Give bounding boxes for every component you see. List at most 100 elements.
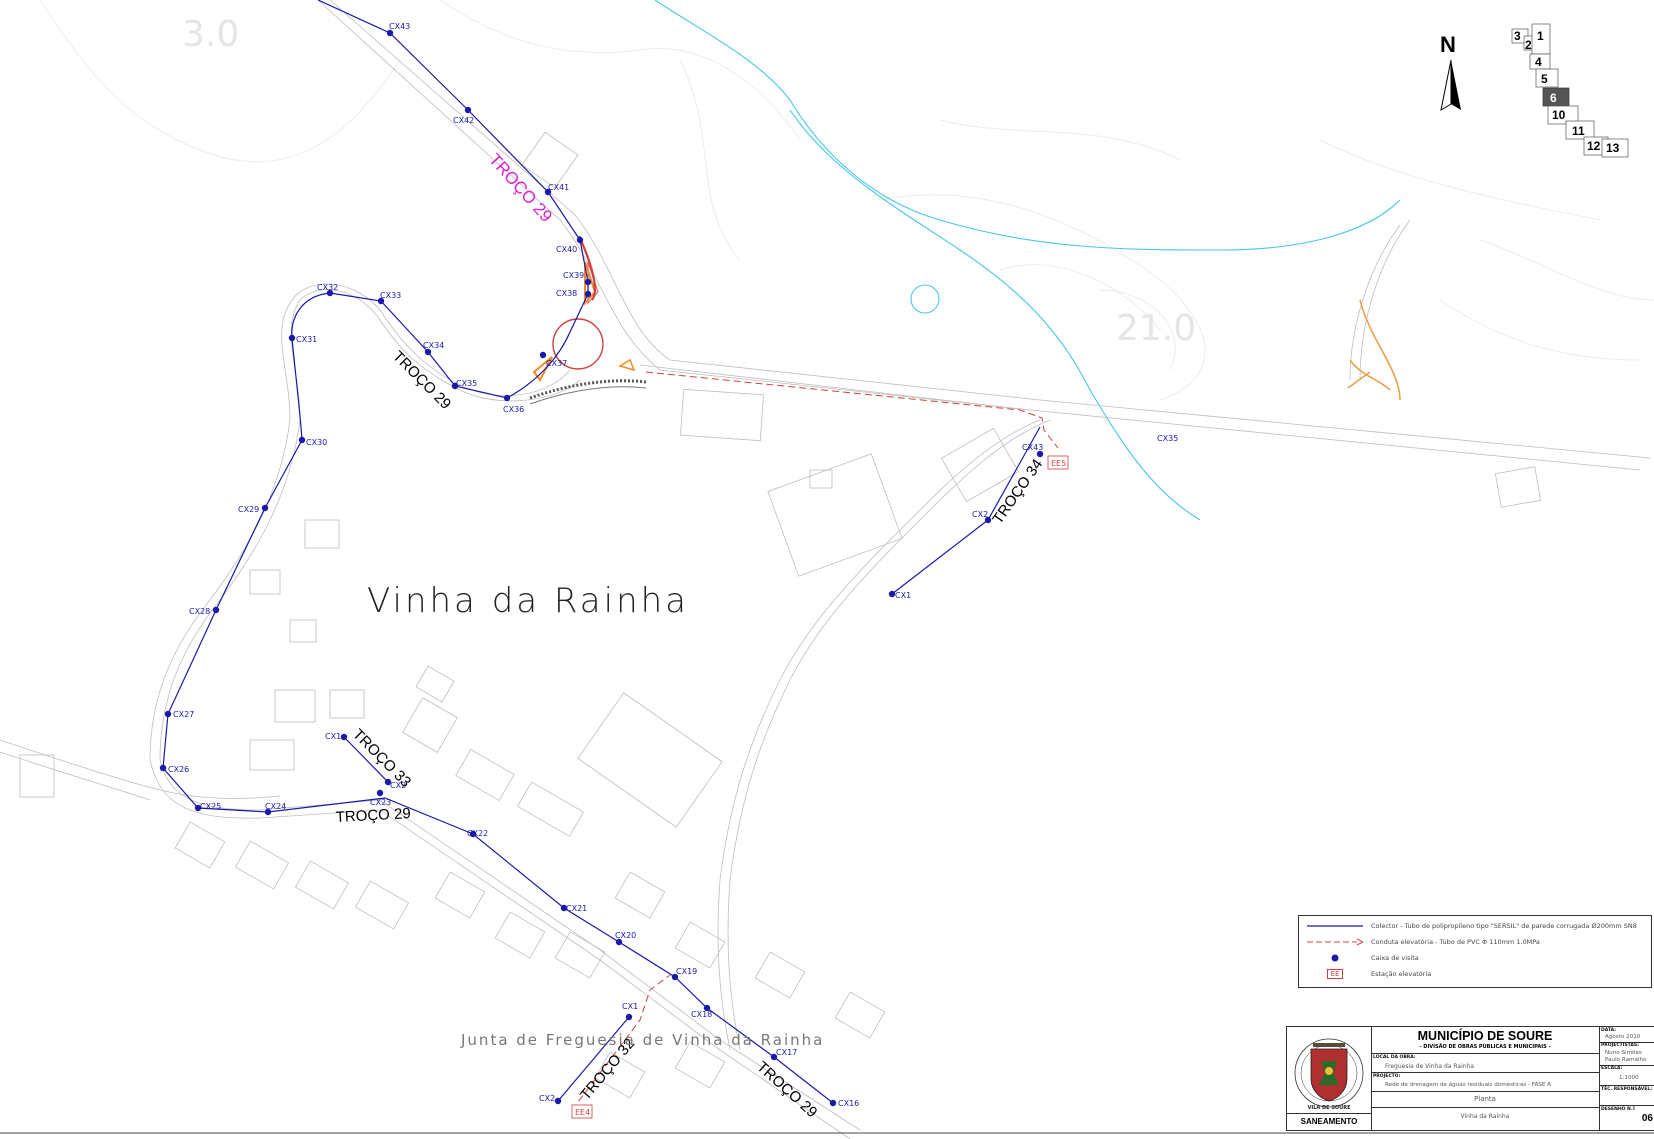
local-caption: LOCAL DA OBRA: — [1373, 1055, 1416, 1060]
department-label: SANEAMENTO — [1287, 1113, 1371, 1130]
legend-collector-text: Colector - Tubo de polipropileno tipo "S… — [1371, 922, 1637, 930]
sheet-number: 13 — [1606, 141, 1620, 155]
legend: Colector - Tubo de polipropileno tipo "S… — [1298, 915, 1652, 988]
node-label: CX36 — [503, 405, 524, 414]
projectistas-caption: PROJECTISTAS: — [1601, 1043, 1639, 1048]
sheet-number: 5 — [1541, 72, 1548, 86]
title-side: DATA: Agosto 2010 PROJECTISTAS: Nuno Sim… — [1599, 1027, 1654, 1130]
legend-row-collector: Colector - Tubo de polipropileno tipo "S… — [1305, 919, 1637, 933]
troco-label: TROÇO 29 — [485, 150, 556, 226]
project-value: Rede de drenagem de águas residuais domé… — [1385, 1082, 1551, 1088]
sheet-index: 3 2 1 4 5 6 10 11 12 13 — [1511, 23, 1629, 158]
troco-label: TROÇO 29 — [389, 348, 454, 413]
municipality-title: MUNICÍPIO DE SOURE — [1417, 1029, 1553, 1043]
roundabout — [529, 235, 647, 405]
tecnico-caption: TÉC. RESPONSÁVEL: — [1601, 1087, 1653, 1092]
node-label: CX1 — [325, 732, 341, 741]
sheet-number: 3 — [1514, 29, 1521, 43]
node-label: CX40 — [556, 245, 577, 254]
node-label: CX35 — [1157, 434, 1178, 443]
pressure-mains — [571, 371, 1059, 1111]
node-label: CX25 — [200, 802, 221, 811]
desenho-caption: DESENHO N.º — [1601, 1107, 1636, 1112]
title-block: VILA DE SOURE SANEAMENTO MUNICÍPIO DE SO… — [1286, 1026, 1654, 1131]
junta-label: Junta de Freguesia de Vinha da Rainha — [460, 1031, 824, 1049]
manhole-labels: CX43 CX42 CX41 CX40 CX39 CX38 CX37 CX36 … — [168, 22, 1178, 1108]
sheet-number: 6 — [1550, 91, 1557, 105]
troco-label: TROÇO 29 — [335, 805, 411, 826]
escala-value: 1:1000 — [1619, 1075, 1639, 1081]
legend-row-pressure: Conduta elevatória - Tubo de PVC Φ 110mm… — [1305, 935, 1540, 949]
node-label: CX29 — [238, 505, 259, 514]
node-label: CX2 — [972, 510, 988, 519]
node-label: CX28 — [189, 607, 210, 616]
legend-row-manhole: Caixa de visita — [1305, 951, 1419, 965]
place-name: Vinha da Rainha — [367, 581, 689, 621]
node-label: CX20 — [615, 931, 636, 940]
contour-label: 3.0 — [182, 14, 239, 55]
sheet-number: 11 — [1572, 124, 1585, 138]
node-label: CX18 — [691, 1010, 712, 1019]
ee-label: EE4 — [575, 1108, 590, 1117]
desenho-value: 06 — [1641, 1113, 1653, 1124]
node-label: CX41 — [548, 183, 569, 192]
node-label: CX31 — [296, 335, 317, 344]
river — [654, 0, 1401, 521]
pumping-station-ee5: EE5 — [1047, 455, 1069, 470]
troco-label: TROÇO 33 — [349, 726, 414, 791]
ee-label: EE5 — [1051, 459, 1066, 468]
seal-text: VILA DE SOURE — [1307, 1105, 1351, 1111]
node-label: CX19 — [676, 967, 697, 976]
orange-markings — [1347, 299, 1401, 401]
node-label: CX37 — [546, 359, 567, 368]
manholes — [159, 29, 1044, 1107]
legend-pressure-text: Conduta elevatória - Tubo de PVC Φ 110mm… — [1371, 938, 1540, 946]
legend-manhole-text: Caixa de visita — [1371, 954, 1419, 962]
escala-caption: ESCALA: — [1601, 1066, 1623, 1071]
drawing-subtitle: Vinha da Rainha — [1460, 1113, 1510, 1120]
contour-label: 21.0 — [1116, 308, 1196, 349]
local-value: Freguesia de Vinha da Rainha — [1385, 1063, 1475, 1070]
node-label: CX34 — [423, 341, 444, 350]
node-label: CX16 — [838, 1099, 859, 1108]
sheet-number: 12 — [1587, 139, 1601, 153]
projectista-1: Nuno Simões — [1605, 1050, 1642, 1056]
node-label: CX30 — [306, 438, 327, 447]
troco-34 — [891, 426, 1041, 595]
node-label: CX2 — [539, 1094, 555, 1103]
node-label: CX35 — [456, 379, 477, 388]
project-caption: PROJECTO: — [1373, 1074, 1401, 1079]
projectista-2: Paulo Ramalho — [1605, 1057, 1647, 1063]
north-arrow: N — [1440, 32, 1461, 112]
node-label: CX17 — [776, 1048, 797, 1057]
node-label: CX1 — [895, 591, 911, 600]
node-label: CX26 — [168, 765, 189, 774]
municipal-seal: VILA DE SOURE SANEAMENTO — [1287, 1027, 1372, 1130]
division-subtitle: - DIVISÃO DE OBRAS PÚBLICAS E MUNICIPAIS… — [1419, 1044, 1551, 1050]
node-label: CX32 — [317, 283, 338, 292]
collector-network — [162, 0, 1041, 1104]
legend-row-station: EE Estação elevatória — [1305, 967, 1431, 981]
sheet-number: 10 — [1552, 108, 1566, 122]
sheet-number: 2 — [1525, 38, 1532, 52]
node-label: CX21 — [566, 904, 587, 913]
sheet-number: 1 — [1537, 29, 1544, 43]
drawing-title: Planta — [1474, 1095, 1496, 1103]
node-label: CX27 — [173, 710, 194, 719]
node-label: CX38 — [556, 289, 577, 298]
title-main: MUNICÍPIO DE SOURE - DIVISÃO DE OBRAS PÚ… — [1371, 1027, 1600, 1130]
node-label: CX33 — [380, 291, 401, 300]
node-label: CX1 — [622, 1002, 638, 1011]
pumping-station-ee4: EE4 — [571, 1104, 593, 1119]
node-label: CX39 — [563, 271, 584, 280]
legend-station-text: Estação elevatória — [1371, 970, 1432, 978]
data-value: Agosto 2010 — [1605, 1034, 1641, 1040]
node-label: CX43 — [1022, 443, 1043, 452]
north-label: N — [1440, 32, 1456, 57]
data-caption: DATA: — [1601, 1028, 1616, 1033]
node-label: CX24 — [265, 802, 286, 811]
sheet-number: 4 — [1535, 55, 1542, 69]
node-label: CX43 — [389, 22, 410, 31]
legend-ee-symbol: EE — [1326, 969, 1344, 979]
node-label: CX22 — [467, 829, 488, 838]
